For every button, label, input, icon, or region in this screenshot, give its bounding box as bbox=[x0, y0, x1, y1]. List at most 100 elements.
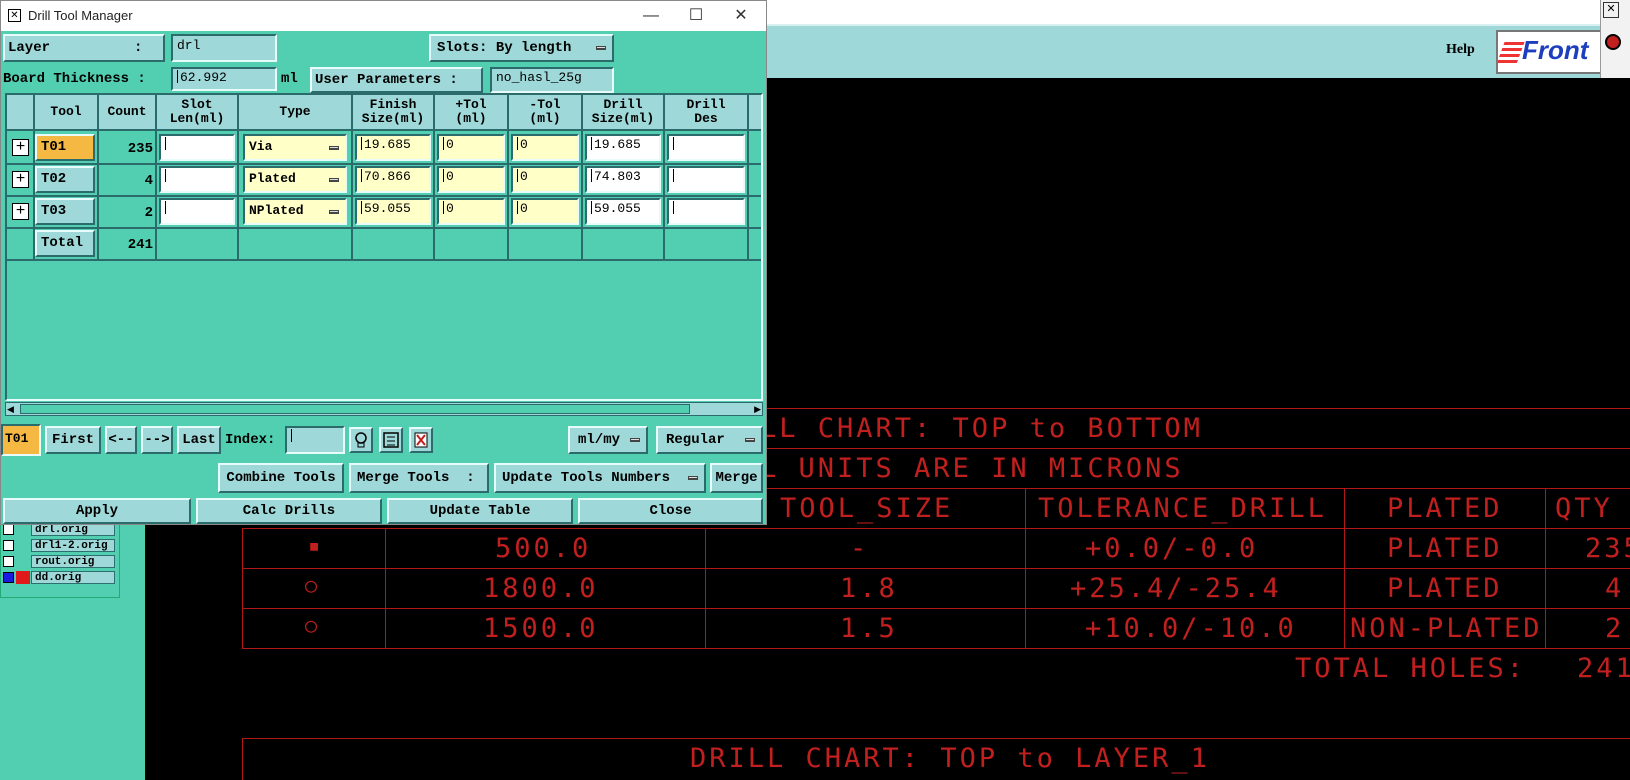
dropdown-icon bbox=[329, 177, 339, 182]
list-item[interactable]: drl1-2.orig bbox=[1, 539, 119, 553]
count-cell: 235 bbox=[127, 141, 153, 157]
chart-symbol: ▪ bbox=[308, 533, 324, 557]
table-header: Count bbox=[99, 95, 157, 131]
title-bar[interactable]: ✕ Drill Tool Manager — ☐ ✕ bbox=[1, 1, 766, 31]
count-cell: 4 bbox=[144, 173, 153, 189]
list-item[interactable]: dd.orig bbox=[1, 571, 119, 585]
layer-field[interactable]: drl bbox=[171, 34, 277, 62]
scroll-thumb[interactable] bbox=[20, 404, 690, 414]
chart-total-label: TOTAL HOLES: bbox=[1295, 653, 1527, 684]
plus-tol-field[interactable]: 0 bbox=[437, 198, 505, 225]
delete-icon[interactable] bbox=[409, 427, 433, 453]
plus-tol-field[interactable]: 0 bbox=[437, 166, 505, 193]
count-cell: 2 bbox=[144, 205, 153, 221]
layer-checkbox[interactable] bbox=[3, 524, 14, 535]
chart-header-tolerance: TOLERANCE_DRILL bbox=[1038, 493, 1327, 524]
slot-length-field[interactable] bbox=[159, 198, 235, 225]
board-thickness-label: Board Thickness : bbox=[3, 71, 146, 87]
type-dropdown[interactable]: Via bbox=[243, 134, 347, 161]
close-window-button[interactable]: ✕ bbox=[726, 5, 756, 27]
chart-cell: +0.0/-0.0 bbox=[1085, 533, 1259, 564]
table-header: Finish Size(ml) bbox=[353, 95, 435, 131]
slots-dropdown[interactable]: Slots: By length bbox=[429, 34, 614, 62]
slot-length-field[interactable] bbox=[159, 134, 235, 161]
merge-button[interactable]: Merge bbox=[710, 463, 763, 493]
minus-tol-field[interactable]: 0 bbox=[511, 198, 579, 225]
type-dropdown[interactable]: Plated bbox=[243, 166, 347, 193]
drill-size-field[interactable]: 59.055 bbox=[585, 198, 661, 225]
units-dropdown[interactable]: ml/my bbox=[568, 426, 648, 454]
chart-cell: PLATED bbox=[1387, 573, 1503, 604]
first-button[interactable]: First bbox=[45, 426, 101, 454]
board-thickness-field[interactable]: 62.992 bbox=[171, 67, 277, 91]
total-label: Total bbox=[35, 230, 95, 257]
chart-header-plated: PLATED bbox=[1387, 493, 1503, 524]
layer-color-swatch bbox=[16, 571, 30, 584]
combine-tools-button[interactable]: Combine Tools bbox=[218, 463, 344, 493]
bulb-icon[interactable] bbox=[349, 427, 373, 453]
apply-button[interactable]: Apply bbox=[3, 498, 191, 524]
update-table-button[interactable]: Update Table bbox=[387, 498, 573, 524]
layer-list: drl.orig drl1-2.orig rout.orig dd.orig bbox=[0, 520, 120, 598]
chart-cell: - bbox=[850, 533, 870, 564]
slot-length-field[interactable] bbox=[159, 166, 235, 193]
expand-row-icon[interactable]: + bbox=[12, 139, 29, 156]
finish-size-field[interactable]: 59.055 bbox=[355, 198, 431, 225]
table-header: -Tol (ml) bbox=[509, 95, 583, 131]
list-item[interactable]: drl.orig bbox=[1, 523, 119, 537]
merge-tools-label: Merge Tools : bbox=[349, 463, 489, 493]
scroll-left-icon[interactable]: ◀ bbox=[7, 404, 14, 414]
chart-cell: 1.8 bbox=[840, 573, 898, 604]
drill-des-field[interactable] bbox=[667, 166, 745, 193]
dropdown-icon bbox=[329, 145, 339, 150]
minus-tol-field[interactable]: 0 bbox=[511, 134, 579, 161]
help-menu[interactable]: Help bbox=[1446, 42, 1475, 58]
drill-des-field[interactable] bbox=[667, 134, 745, 161]
prev-button[interactable]: <-- bbox=[105, 426, 137, 454]
finish-size-field[interactable]: 19.685 bbox=[355, 134, 431, 161]
tool-button-t02[interactable]: T02 bbox=[35, 166, 95, 193]
drill-size-field[interactable]: 19.685 bbox=[585, 134, 661, 161]
index-field[interactable] bbox=[285, 426, 345, 454]
tool-button-t01[interactable]: T01 bbox=[35, 134, 95, 161]
merge-tools-dropdown[interactable]: Update Tools Numbers bbox=[494, 463, 706, 493]
calc-drills-button[interactable]: Calc Drills bbox=[196, 498, 382, 524]
expand-row-icon[interactable]: + bbox=[12, 171, 29, 188]
last-button[interactable]: Last bbox=[177, 426, 221, 454]
user-parameters-field[interactable]: no_hasl_25g bbox=[490, 67, 614, 93]
close-icon[interactable]: ✕ bbox=[1603, 2, 1619, 18]
chart-cell: +10.0/-10.0 bbox=[1085, 613, 1297, 644]
mode-dropdown[interactable]: Regular bbox=[656, 426, 763, 454]
layout-icon[interactable] bbox=[379, 427, 403, 453]
dropdown-icon bbox=[329, 209, 339, 214]
chart-symbol: ○ bbox=[305, 573, 321, 597]
minimize-button[interactable]: — bbox=[636, 5, 666, 27]
chart-cell: 1.5 bbox=[840, 613, 898, 644]
user-parameters-button[interactable]: User Parameters : bbox=[310, 67, 483, 93]
horizontal-scrollbar[interactable]: ◀ ▶ bbox=[5, 402, 763, 416]
expand-row-icon[interactable]: + bbox=[12, 203, 29, 220]
table-header: +Tol (ml) bbox=[435, 95, 509, 131]
scroll-right-icon[interactable]: ▶ bbox=[754, 404, 761, 414]
table-header bbox=[749, 95, 761, 131]
dropdown-icon bbox=[630, 438, 640, 442]
chart-title-2: DRILL CHART: TOP to LAYER_1 bbox=[690, 743, 1210, 774]
close-button[interactable]: Close bbox=[578, 498, 763, 524]
plus-tol-field[interactable]: 0 bbox=[437, 134, 505, 161]
table-header: Type bbox=[239, 95, 353, 131]
drill-size-field[interactable]: 74.803 bbox=[585, 166, 661, 193]
chart-title: LL CHART: TOP to BOTTOM bbox=[760, 413, 1203, 444]
layer-checkbox[interactable] bbox=[3, 556, 14, 567]
drill-des-field[interactable] bbox=[667, 198, 745, 225]
maximize-button[interactable]: ☐ bbox=[681, 5, 711, 27]
next-button[interactable]: --> bbox=[141, 426, 173, 454]
dropdown-icon bbox=[745, 438, 755, 442]
minus-tol-field[interactable]: 0 bbox=[511, 166, 579, 193]
finish-size-field[interactable]: 70.866 bbox=[355, 166, 431, 193]
type-dropdown[interactable]: NPlated bbox=[243, 198, 347, 225]
layer-checkbox[interactable] bbox=[3, 540, 14, 551]
layer-checkbox[interactable] bbox=[3, 572, 14, 583]
tool-button-t03[interactable]: T03 bbox=[35, 198, 95, 225]
list-item[interactable]: rout.orig bbox=[1, 555, 119, 569]
chart-cell: NON-PLATED bbox=[1350, 613, 1543, 644]
